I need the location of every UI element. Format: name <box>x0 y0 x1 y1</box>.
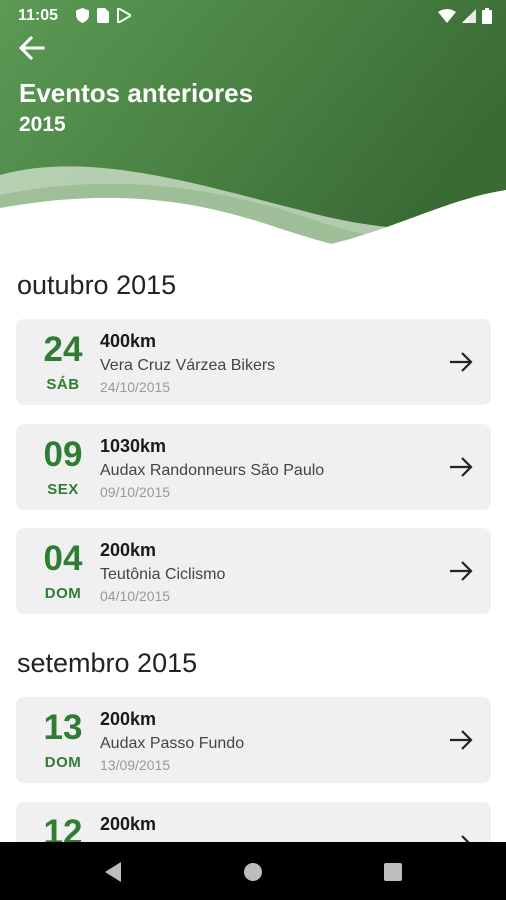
event-weekday: DOM <box>44 754 82 771</box>
event-club: Vera Cruz Várzea Bikers <box>100 357 276 374</box>
play-store-icon <box>117 8 131 23</box>
event-club: Audax Passo Fundo <box>100 735 245 752</box>
arrow-forward-icon <box>450 457 473 477</box>
event-day: 13 <box>43 708 83 747</box>
event-distance: 200km <box>100 540 157 560</box>
event-date: 24/10/2015 <box>100 379 171 395</box>
status-time: 11:05 <box>18 7 59 24</box>
status-icons-right <box>438 8 492 24</box>
status-bar: 11:05 <box>0 0 506 32</box>
month-heading: outubro 2015 <box>17 270 177 300</box>
arrow-forward-icon <box>461 835 470 842</box>
event-weekday: SEX <box>47 481 79 498</box>
page-subtitle: 2015 <box>19 113 66 136</box>
event-distance: 1030km <box>100 436 167 456</box>
event-club: Audax Randonneurs São Paulo <box>100 462 325 479</box>
event-distance: 200km <box>100 814 157 834</box>
status-icons-left <box>76 8 131 23</box>
home-circle-icon <box>244 863 262 881</box>
event-date: 13/09/2015 <box>100 757 171 773</box>
nav-recents-button[interactable] <box>381 860 405 884</box>
event-weekday: SÁB <box>46 376 80 393</box>
nav-back-button[interactable] <box>101 860 125 884</box>
back-triangle-icon <box>105 862 121 882</box>
header-wave-background <box>0 0 506 250</box>
battery-icon <box>482 8 492 24</box>
back-button[interactable] <box>14 32 50 64</box>
event-date: 04/10/2015 <box>100 588 171 604</box>
system-nav-bar <box>0 842 506 900</box>
arrow-back-icon <box>19 36 45 60</box>
shield-icon <box>76 8 89 23</box>
page-title: Eventos anteriores <box>19 78 254 108</box>
event-card[interactable]: 13 DOM 200km Audax Passo Fundo 13/09/201… <box>16 697 491 783</box>
month-heading: setembro 2015 <box>17 648 198 678</box>
arrow-forward-icon <box>450 730 473 750</box>
nav-home-button[interactable] <box>241 860 265 884</box>
event-day: 04 <box>43 539 83 578</box>
event-card[interactable]: 12 200km <box>16 802 491 842</box>
event-club: Teutônia Ciclismo <box>100 566 226 583</box>
events-list[interactable]: outubro 2015 24 SÁB 400km Vera Cruz Várz… <box>0 250 506 842</box>
event-card[interactable]: 09 SEX 1030km Audax Randonneurs São Paul… <box>16 424 491 510</box>
arrow-forward-icon <box>450 352 473 372</box>
header: 11:05 Eventos anteriores 2015 <box>0 0 506 250</box>
event-day: 24 <box>43 330 83 369</box>
sim-card-icon <box>97 8 109 23</box>
arrow-forward-icon <box>450 561 473 581</box>
event-day: 09 <box>43 435 83 474</box>
recents-square-icon <box>384 863 402 881</box>
event-distance: 400km <box>100 331 157 351</box>
wifi-icon <box>438 9 456 23</box>
event-weekday: DOM <box>44 585 82 602</box>
event-card[interactable]: 24 SÁB 400km Vera Cruz Várzea Bikers 24/… <box>16 319 491 405</box>
event-card[interactable]: 04 DOM 200km Teutônia Ciclismo 04/10/201… <box>16 528 491 614</box>
event-distance: 200km <box>100 709 157 729</box>
event-date: 09/10/2015 <box>100 484 171 500</box>
event-day: 12 <box>43 813 83 842</box>
signal-icon <box>462 9 476 23</box>
